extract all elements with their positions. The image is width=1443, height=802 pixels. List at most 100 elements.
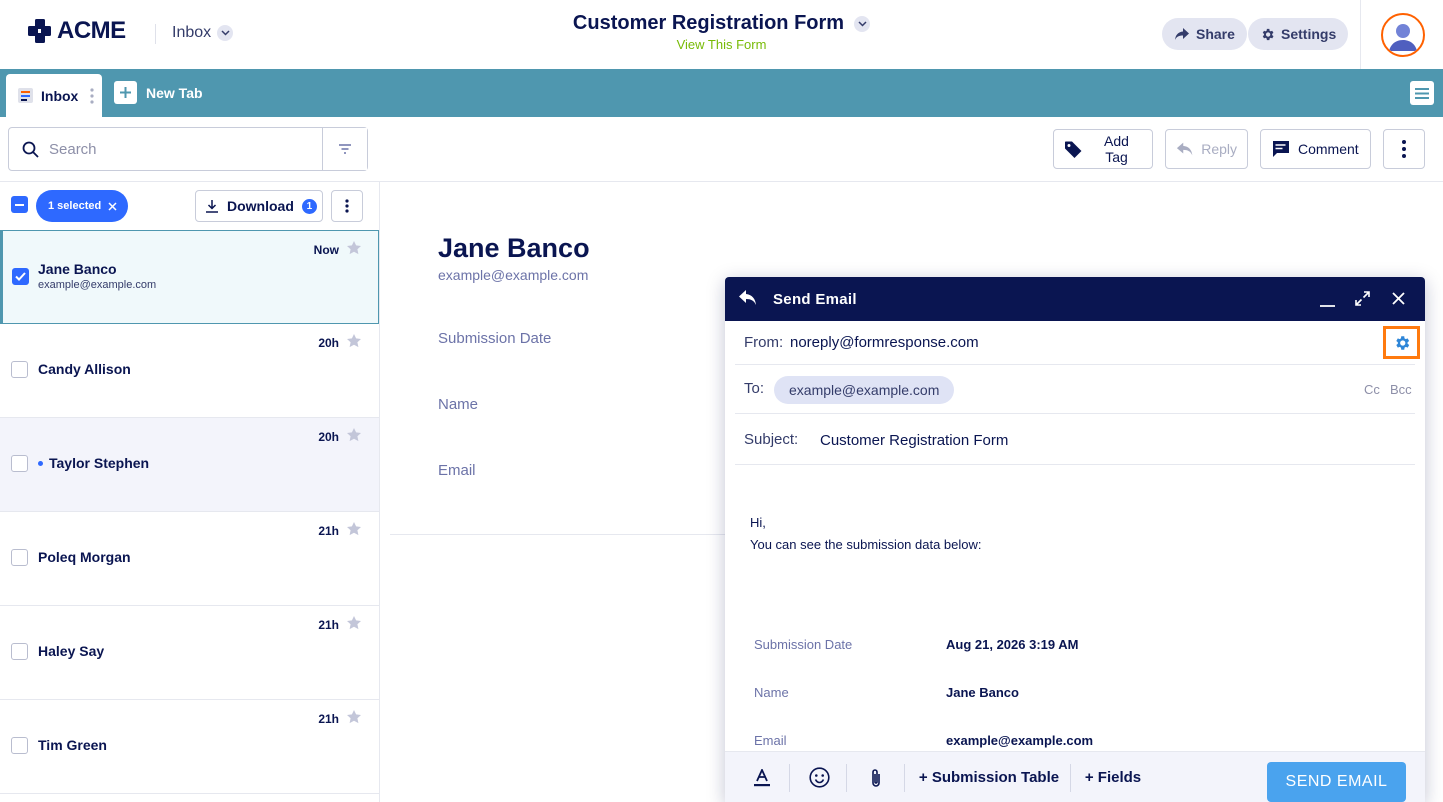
divider (390, 534, 726, 535)
submitter-name: Tim Green (38, 737, 107, 753)
submitter-name: Taylor Stephen (49, 455, 150, 471)
star-icon[interactable] (346, 427, 362, 443)
row-checkbox[interactable] (12, 268, 29, 285)
sender-settings-button[interactable] (1383, 326, 1420, 359)
minimize-icon[interactable] (1319, 291, 1336, 308)
form-title-dropdown[interactable]: Customer Registration Form (573, 12, 871, 35)
divider (789, 764, 790, 792)
row-checkbox[interactable] (11, 361, 28, 378)
divider (846, 764, 847, 792)
more-vertical-icon[interactable] (90, 88, 94, 104)
attach-button[interactable] (858, 752, 894, 802)
star-icon[interactable] (346, 333, 362, 349)
more-vertical-icon (1402, 140, 1406, 158)
tab-inbox[interactable]: Inbox (6, 74, 102, 117)
star-icon[interactable] (346, 615, 362, 631)
row-checkbox[interactable] (11, 549, 28, 566)
reply-button[interactable]: Reply (1165, 129, 1248, 169)
search-icon (22, 141, 39, 158)
search-field[interactable] (9, 128, 322, 170)
insert-submission-table-button[interactable]: + Submission Table (913, 752, 1065, 802)
dialog-header: Send Email (725, 277, 1425, 321)
cc-link[interactable]: Cc (1364, 382, 1380, 397)
settings-button[interactable]: Settings (1248, 18, 1349, 50)
list-item[interactable]: Candy Allison 20h (0, 324, 379, 418)
from-label: From: (744, 334, 784, 351)
table-label: Name (754, 685, 789, 700)
unread-indicator (38, 460, 43, 466)
share-icon (1175, 28, 1189, 40)
plus-icon (114, 81, 137, 104)
more-options-button[interactable] (1383, 129, 1425, 169)
row-checkbox[interactable] (11, 737, 28, 754)
selected-count-label: 1 selected (48, 200, 102, 212)
tab-label: Inbox (41, 87, 79, 104)
add-tag-label: Add Tag (1104, 133, 1129, 165)
select-all-checkbox[interactable] (11, 196, 28, 213)
table-value: example@example.com (946, 733, 1094, 748)
reply-icon (739, 290, 756, 305)
selected-count-chip[interactable]: 1 selected (36, 190, 129, 222)
send-email-button[interactable]: SEND EMAIL (1267, 762, 1406, 802)
expand-icon[interactable] (1355, 291, 1370, 306)
field-label: Name (438, 396, 479, 413)
new-tab-button[interactable]: New Tab (114, 81, 203, 104)
close-icon[interactable] (1392, 292, 1405, 305)
email-body-line[interactable]: You can see the submission data below: (750, 537, 982, 552)
row-checkbox[interactable] (11, 455, 28, 472)
list-item[interactable]: Tim Green 21h (0, 700, 379, 794)
recipient-chip[interactable]: example@example.com (774, 376, 955, 404)
download-label: Download (227, 198, 294, 214)
close-icon[interactable] (108, 201, 117, 211)
bcc-link[interactable]: Bcc (1390, 382, 1412, 397)
search-input[interactable] (49, 140, 299, 158)
table-label: Email (754, 733, 787, 748)
add-tag-button[interactable]: Add Tag (1053, 129, 1153, 169)
star-icon[interactable] (346, 521, 362, 537)
avatar[interactable] (1381, 13, 1425, 57)
star-icon[interactable] (346, 709, 362, 725)
comment-button[interactable]: Comment (1260, 129, 1371, 169)
search-box (8, 127, 368, 171)
submission-time: 20h (318, 430, 339, 444)
table-label: Submission Date (754, 637, 853, 652)
submission-time: 21h (318, 524, 339, 538)
submitter-name: Haley Say (38, 643, 105, 659)
row-checkbox[interactable] (11, 643, 28, 660)
field-label: Email (438, 462, 476, 479)
gear-icon (1395, 335, 1409, 350)
insert-fields-button[interactable]: + Fields (1079, 752, 1147, 802)
dialog-title: Send Email (773, 291, 857, 308)
download-button[interactable]: Download 1 (195, 190, 323, 222)
tab-bar: Inbox New Tab (0, 69, 1443, 117)
list-item[interactable]: Taylor Stephen 20h (0, 418, 379, 512)
list-item[interactable]: Haley Say 21h (0, 606, 379, 700)
subject-input[interactable]: Customer Registration Form (820, 432, 1008, 449)
checkmark-icon (15, 272, 26, 281)
filter-icon (339, 144, 351, 154)
to-label: To: (744, 380, 765, 397)
share-button[interactable]: Share (1162, 18, 1247, 50)
hamburger-menu-button[interactable] (1410, 81, 1434, 105)
star-icon[interactable] (346, 240, 362, 256)
submission-time: 21h (318, 712, 339, 726)
download-icon (206, 200, 218, 213)
list-item[interactable]: Jane Banco example@example.com Now (0, 230, 379, 324)
filter-button[interactable] (322, 128, 367, 170)
emoji-button[interactable] (801, 752, 837, 802)
text-format-button[interactable] (745, 752, 779, 802)
table-value: Jane Banco (946, 685, 1019, 700)
list-more-button[interactable] (331, 190, 363, 222)
share-label: Share (1196, 26, 1235, 42)
from-address: noreply@formresponse.com (790, 334, 979, 351)
selection-bar: 1 selected Download 1 (0, 182, 379, 230)
email-body-line[interactable]: Hi, (750, 515, 766, 530)
list-item[interactable]: Poleq Morgan 21h (0, 512, 379, 606)
submission-title: Jane Banco (438, 233, 590, 263)
divider (1360, 0, 1361, 69)
user-avatar-icon (1389, 24, 1417, 51)
chevron-down-icon (854, 15, 871, 32)
new-tab-label: New Tab (146, 84, 203, 101)
gear-icon (1262, 28, 1274, 40)
minus-icon (15, 203, 24, 206)
